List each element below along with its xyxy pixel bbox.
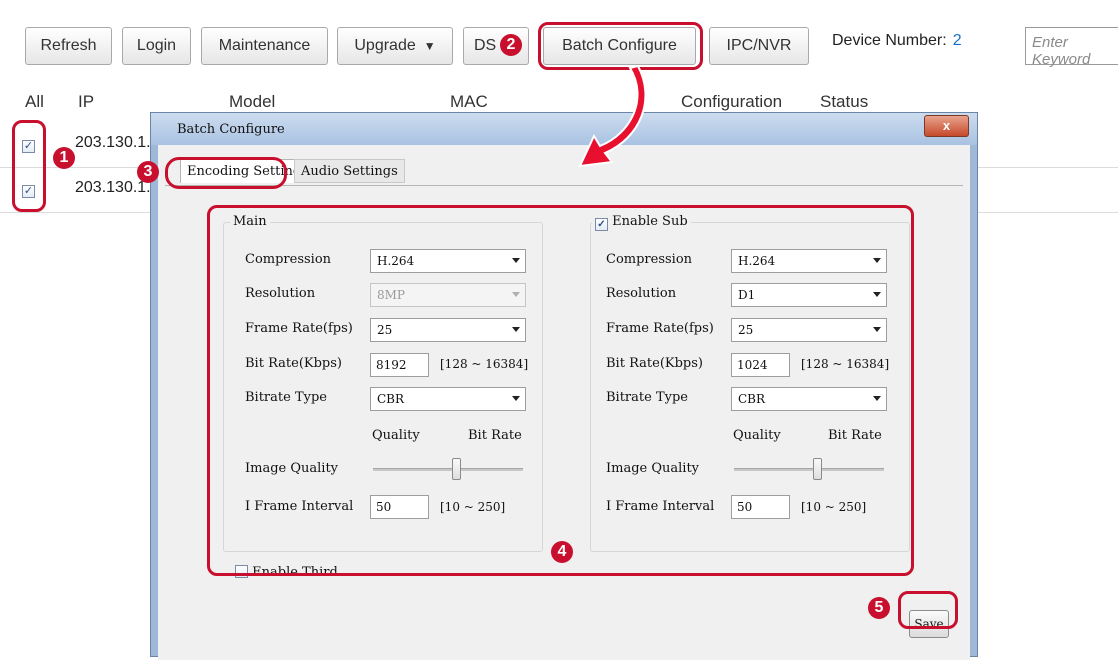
callout-badge-2: 2 [500, 34, 522, 56]
column-status: Status [820, 92, 869, 111]
column-model: Model [229, 92, 276, 111]
row-ip: 203.130.1. [75, 179, 151, 196]
device-number-value: 2 [952, 32, 962, 49]
column-all[interactable]: All [25, 92, 44, 112]
dropdown-arrow-icon: ▼ [423, 39, 436, 53]
row-ip: 203.130.1. [75, 134, 151, 151]
callout-badge-5: 5 [868, 597, 890, 619]
tab-audio-settings[interactable]: Audio Settings [294, 159, 405, 183]
callout-box-checkboxes [12, 120, 46, 212]
callout-badge-1: 1 [53, 147, 75, 169]
search-input[interactable]: Enter Keyword [1025, 27, 1118, 68]
column-configuration: Configuration [681, 92, 783, 111]
column-ip: IP [78, 92, 95, 111]
device-number: Device Number: 2 [832, 32, 962, 50]
callout-box-stream-settings [207, 205, 914, 576]
device-number-label: Device Number: [832, 32, 947, 49]
callout-box-encoding-tab [165, 157, 287, 189]
login-button[interactable]: Login [122, 27, 191, 65]
refresh-button[interactable]: Refresh [25, 27, 112, 65]
maintenance-button[interactable]: Maintenance [201, 27, 328, 65]
dialog-title: Batch Configure [177, 122, 285, 137]
column-mac: MAC [450, 92, 488, 111]
curved-arrow-icon [578, 64, 647, 168]
tab-divider [165, 185, 963, 186]
callout-badge-4: 4 [551, 541, 573, 563]
upgrade-button[interactable]: Upgrade ▼ [337, 27, 453, 65]
close-icon[interactable]: x [924, 115, 969, 137]
callout-box-save [898, 591, 958, 629]
ipc-nvr-button[interactable]: IPC/NVR [709, 27, 809, 65]
upgrade-label: Upgrade [354, 37, 416, 54]
callout-badge-3: 3 [137, 161, 159, 183]
